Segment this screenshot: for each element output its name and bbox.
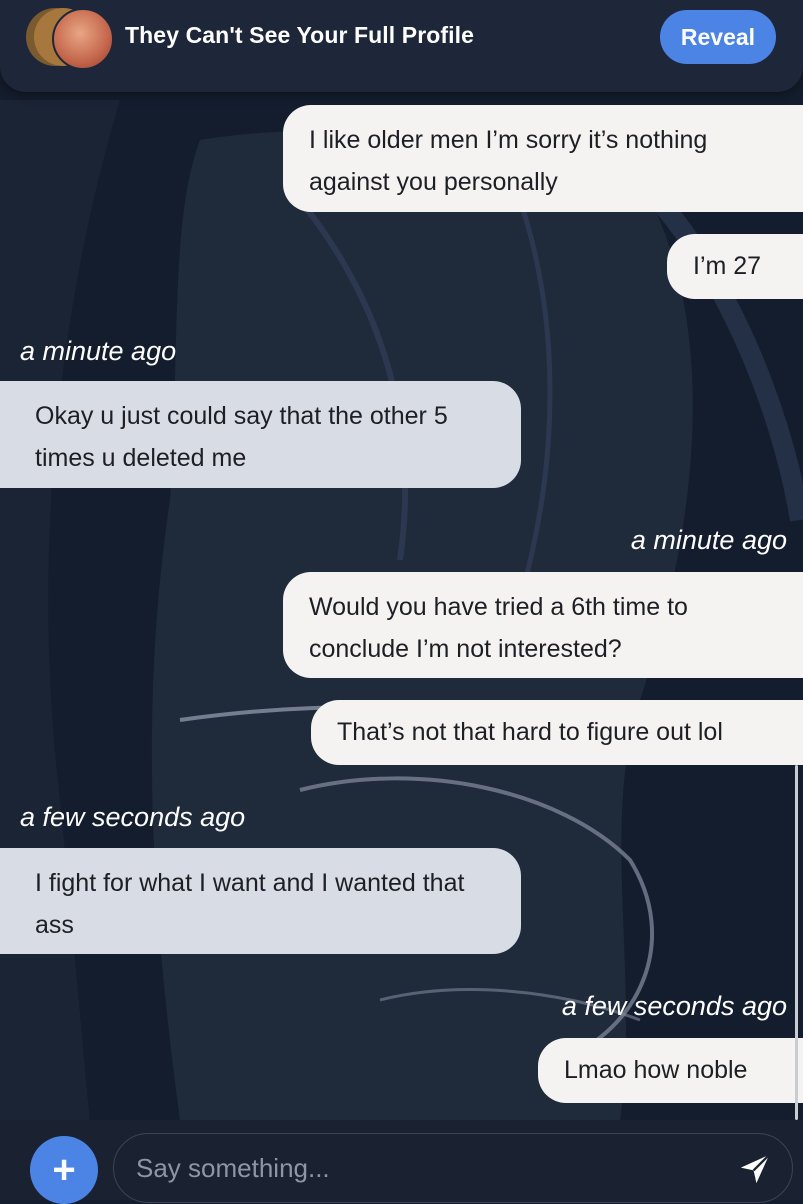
message-input[interactable] — [113, 1133, 793, 1203]
avatar-photo — [52, 8, 114, 70]
message-text: Lmao how noble — [564, 1056, 748, 1084]
add-attachment-button[interactable]: + — [30, 1136, 98, 1204]
message-timestamp: a few seconds ago — [561, 991, 787, 1021]
message-text: I’m 27 — [693, 252, 762, 280]
reveal-button[interactable]: Reveal — [660, 10, 776, 64]
message-bubble-sent[interactable]: I like older men I’m sorry it’s nothing … — [283, 105, 803, 212]
message-text: I like older men I’m sorry it’s nothing … — [309, 126, 708, 196]
profile-notice-title: They Can't See Your Full Profile — [125, 22, 475, 48]
message-bubble-received[interactable]: I fight for what I want and I wanted tha… — [0, 848, 521, 954]
plus-icon: + — [52, 1148, 76, 1192]
message-bubble-sent[interactable]: I’m 27 — [667, 234, 803, 299]
message-text: That’s not that hard to figure out lol — [337, 718, 723, 746]
message-text: I fight for what I want and I wanted tha… — [35, 869, 465, 939]
avatar[interactable] — [26, 8, 116, 70]
message-bubble-sent[interactable]: Would you have tried a 6th time to concl… — [283, 572, 803, 678]
chat-header: They Can't See Your Full Profile Reveal — [0, 0, 803, 92]
message-bubble-sent[interactable]: That’s not that hard to figure out lol — [311, 700, 803, 765]
message-timestamp: a few seconds ago — [20, 802, 246, 832]
message-timestamp: a minute ago — [630, 525, 787, 555]
send-icon[interactable] — [738, 1152, 772, 1186]
message-bubble-sent[interactable]: Lmao how noble — [538, 1038, 803, 1103]
scrollbar[interactable] — [795, 765, 798, 1120]
message-text: Okay u just could say that the other 5 t… — [35, 402, 448, 472]
message-timestamp: a minute ago — [20, 336, 177, 366]
message-bubble-received[interactable]: Okay u just could say that the other 5 t… — [0, 381, 521, 488]
message-text: Would you have tried a 6th time to concl… — [309, 593, 688, 663]
